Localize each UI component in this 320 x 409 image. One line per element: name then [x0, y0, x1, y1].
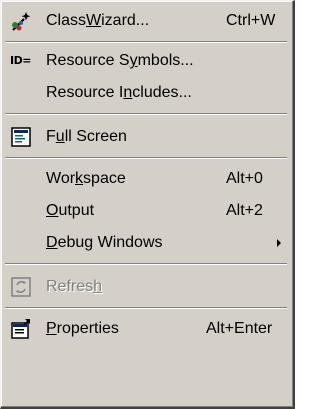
- menu-item-resource-includes[interactable]: Resource Includes...: [4, 77, 289, 109]
- properties-icon: [10, 318, 32, 340]
- id-equals-icon: ID=: [10, 54, 31, 67]
- menu-item-label: Properties: [46, 320, 119, 337]
- full-screen-icon: [10, 126, 32, 148]
- menu-item-refresh: Refresh: [4, 271, 289, 303]
- menu-separator: [5, 113, 287, 115]
- menu-item-properties[interactable]: Properties Alt+Enter: [4, 313, 289, 345]
- menu-separator: [5, 307, 287, 309]
- menu-item-label: Refresh: [46, 278, 103, 295]
- menu-item-label: Output: [46, 202, 95, 219]
- shortcut-label: Alt+Enter: [206, 320, 273, 337]
- shortcut-label: Alt+2: [226, 202, 263, 219]
- menu-item-debug-windows[interactable]: Debug Windows: [4, 227, 289, 259]
- menu-item-label: Full Screen: [46, 128, 127, 145]
- classwizard-icon: [10, 10, 32, 32]
- menu-item-output[interactable]: Output Alt+2: [4, 195, 289, 227]
- shortcut-label: Ctrl+W: [226, 12, 276, 29]
- menu-separator: [5, 263, 287, 265]
- refresh-icon: [10, 276, 32, 298]
- menu-separator: [5, 41, 287, 43]
- menu-item-workspace[interactable]: Workspace Alt+0: [4, 163, 289, 195]
- menu-item-label: Debug Windows: [46, 234, 163, 251]
- view-menu: ClassWizard... Ctrl+W ID= Resource Symbo…: [0, 0, 295, 409]
- menu-item-classwizard[interactable]: ClassWizard... Ctrl+W: [4, 5, 289, 37]
- menu-item-label: Resource Symbols...: [46, 52, 194, 69]
- submenu-arrow-icon: [277, 239, 281, 247]
- menu-item-resource-symbols[interactable]: ID= Resource Symbols...: [4, 45, 289, 77]
- menu-item-label: ClassWizard...: [46, 12, 150, 29]
- shortcut-label: Alt+0: [226, 170, 263, 187]
- menu-item-full-screen[interactable]: Full Screen: [4, 121, 289, 153]
- menu-item-label: Workspace: [46, 170, 126, 187]
- menu-separator: [5, 157, 287, 159]
- menu-item-label: Resource Includes...: [46, 84, 192, 101]
